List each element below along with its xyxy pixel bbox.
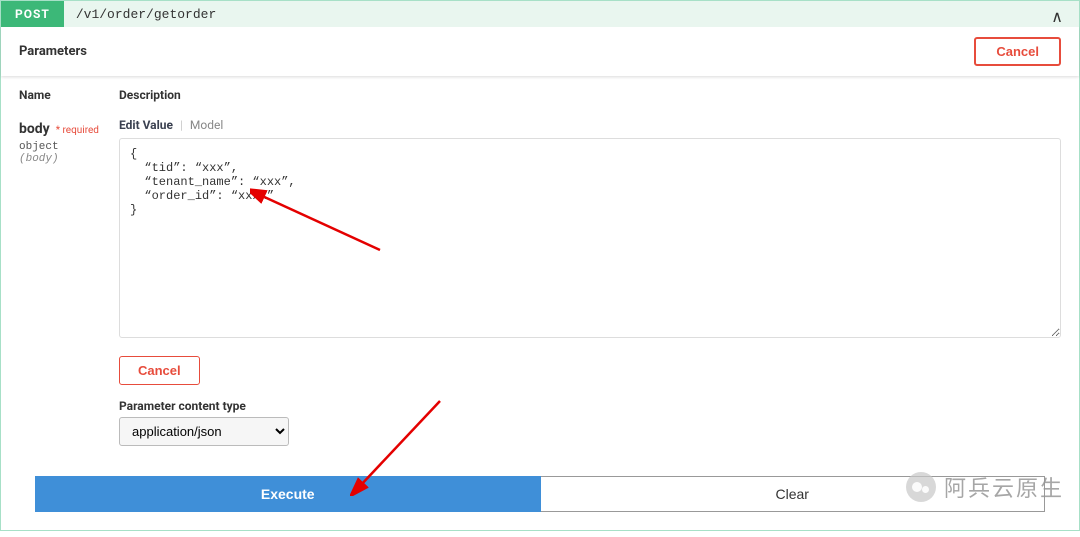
param-type: object: [19, 141, 119, 153]
cancel-button[interactable]: Cancel: [974, 37, 1061, 66]
endpoint-header[interactable]: POST /v1/order/getorder ∧: [1, 1, 1079, 27]
wechat-icon: [906, 472, 936, 502]
tab-edit-value[interactable]: Edit Value: [119, 118, 173, 132]
parameters-title: Parameters: [19, 44, 87, 59]
param-name: body: [19, 121, 50, 137]
watermark-text: 阿兵云原生: [944, 471, 1064, 503]
param-in: (body): [19, 153, 119, 165]
endpoint-path: /v1/order/getorder: [64, 7, 228, 22]
column-header-name: Name: [19, 88, 119, 102]
required-label: * required: [56, 125, 99, 136]
column-header-description: Description: [119, 88, 1061, 102]
body-editor[interactable]: [119, 138, 1061, 338]
watermark: 阿兵云原生: [906, 471, 1064, 503]
execute-button[interactable]: Execute: [35, 476, 541, 512]
content-type-label: Parameter content type: [119, 399, 1061, 413]
cancel-body-button[interactable]: Cancel: [119, 356, 200, 385]
tab-model[interactable]: Model: [190, 118, 223, 132]
tab-separator: |: [180, 118, 183, 132]
chevron-up-icon[interactable]: ∧: [1051, 7, 1063, 26]
method-badge: POST: [1, 1, 64, 27]
content-type-select[interactable]: application/json: [119, 417, 289, 446]
